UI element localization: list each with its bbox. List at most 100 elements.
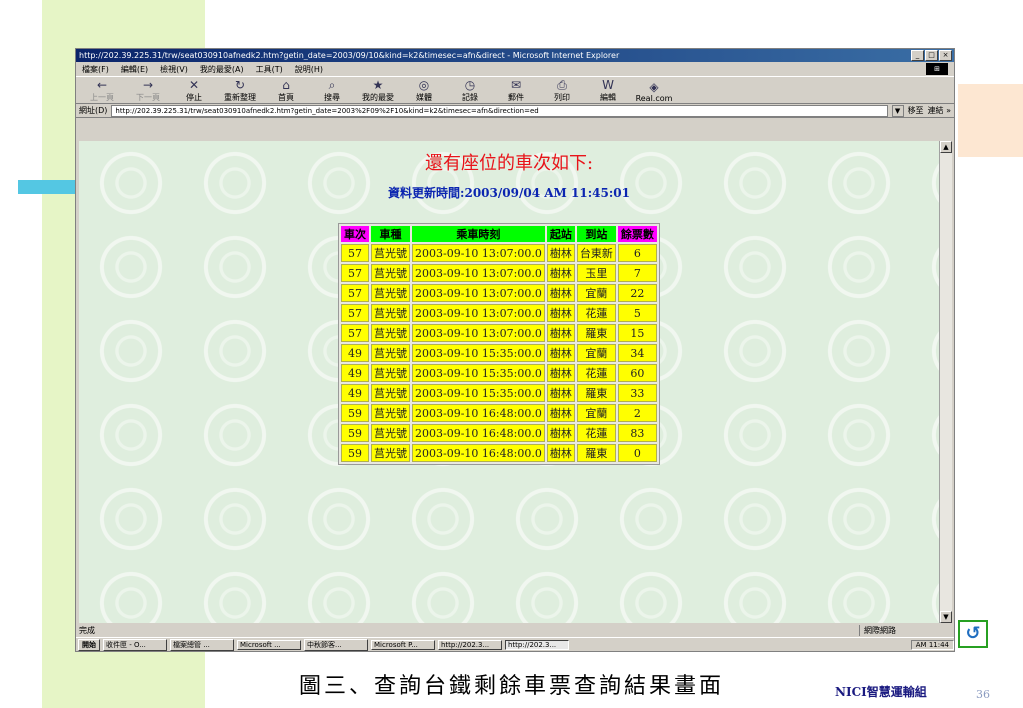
toolbar-icon-0: ←	[96, 78, 108, 92]
toolbar-button-12[interactable]: ◈ Real.com	[634, 80, 674, 104]
toolbar-label: 編輯	[600, 93, 616, 102]
table-cell: 49	[341, 384, 369, 402]
maximize-button[interactable]: □	[925, 50, 938, 61]
table-row: 49 莒光號 2003-09-10 15:35:00.0 樹林 花蓮 60	[341, 364, 657, 382]
taskbar-task[interactable]: 收件匣 - O...	[103, 638, 167, 651]
toolbar-button-10[interactable]: ⎙ 列印	[542, 79, 582, 103]
taskbar-task[interactable]: http://202.3...	[438, 639, 502, 650]
toolbar-button-3[interactable]: ↻ 重新整理	[220, 79, 260, 103]
table-cell: 2003-09-10 13:07:00.0	[412, 244, 545, 262]
start-button[interactable]: 開始	[78, 638, 100, 651]
toolbar-button-8[interactable]: ◷ 記錄	[450, 79, 490, 103]
table-row: 57 莒光號 2003-09-10 13:07:00.0 樹林 台東新 6	[341, 244, 657, 262]
toolbar-icon-12: ◈	[649, 80, 659, 94]
table-cell: 花蓮	[576, 304, 616, 322]
toolbar-button-1[interactable]: → 下一頁	[128, 79, 168, 103]
return-icon[interactable]: ↺	[958, 620, 988, 648]
table-cell: 60	[617, 364, 657, 382]
taskbar-task[interactable]: Microsoft ...	[237, 639, 301, 650]
table-cell: 2003-09-10 13:07:00.0	[412, 324, 545, 342]
table-cell: 莒光號	[371, 244, 410, 262]
minimize-button[interactable]: _	[911, 50, 924, 61]
taskbar: 開始 收件匣 - O... 檔案總管 ... Microsoft ... 中秋節客..…	[76, 637, 954, 651]
menu-item-4[interactable]: 工具(T)	[256, 64, 283, 75]
toolbar-icon-2: ✕	[188, 78, 200, 92]
table-cell: 莒光號	[371, 424, 410, 442]
table-cell: 羅東	[576, 384, 616, 402]
table-cell: 樹林	[546, 384, 575, 402]
table-cell: 57	[341, 264, 369, 282]
toolbar-button-2[interactable]: ✕ 停止	[174, 79, 214, 103]
close-button[interactable]: ×	[939, 50, 952, 61]
system-clock: AM 11:44	[910, 639, 954, 650]
address-input[interactable]: http://202.39.225.31/trw/seat030910afned…	[111, 104, 888, 117]
table-header-row: 車次 車種 乘車時刻 起站 到站 餘票數	[341, 226, 657, 242]
table-cell: 57	[341, 324, 369, 342]
slide-orange-accent	[958, 84, 1023, 157]
toolbar-icon-10: ⎙	[557, 78, 567, 92]
table-cell: 莒光號	[371, 324, 410, 342]
title-bar: http://202.39.225.31/trw/seat030910afned…	[76, 49, 954, 62]
table-cell: 49	[341, 344, 369, 362]
taskbar-task[interactable]: 檔案總管 ...	[170, 638, 234, 651]
table-cell: 2	[617, 404, 657, 422]
scroll-down-icon[interactable]: ▼	[940, 611, 952, 623]
toolbar-button-0[interactable]: ← 上一頁	[82, 79, 122, 103]
go-button[interactable]: 移至	[908, 105, 924, 116]
table-body: 57 莒光號 2003-09-10 13:07:00.0 樹林 台東新 6 57 莒光號 200…	[341, 244, 657, 462]
table-cell: 83	[617, 424, 657, 442]
status-text: 完成	[79, 626, 95, 635]
chevron-down-icon[interactable]: ▼	[891, 104, 904, 117]
menu-item-3[interactable]: 我的最愛(A)	[200, 64, 244, 75]
toolbar-label: 我的最愛	[362, 93, 394, 102]
window-title: http://202.39.225.31/trw/seat030910afned…	[79, 51, 620, 60]
windows-flag-icon: ⊞	[926, 63, 948, 75]
toolbar-button-9[interactable]: ✉ 郵件	[496, 79, 536, 103]
taskbar-task[interactable]: Microsoft P...	[371, 639, 435, 650]
table-cell: 0	[617, 444, 657, 462]
table-cell: 花蓮	[576, 424, 616, 442]
taskbar-task[interactable]: http://202.3...	[505, 639, 569, 650]
toolbar-button-4[interactable]: ⌂ 首頁	[266, 79, 306, 103]
toolbar-button-11[interactable]: W 編輯	[588, 79, 628, 103]
menu-item-2[interactable]: 檢視(V)	[160, 64, 188, 75]
toolbar-button-7[interactable]: ◎ 媒體	[404, 79, 444, 103]
table-cell: 玉里	[576, 264, 616, 282]
table-cell: 2003-09-10 15:35:00.0	[412, 344, 545, 362]
table-cell: 2003-09-10 15:35:00.0	[412, 364, 545, 382]
menu-bar: 檔案(F) 編輯(E) 檢視(V) 我的最愛(A) 工具(T) 說明(H) ⊞	[76, 62, 954, 77]
table-cell: 2003-09-10 16:48:00.0	[412, 404, 545, 422]
toolbar-label: 搜尋	[324, 93, 340, 102]
taskbar-task[interactable]: 中秋節客...	[304, 638, 368, 651]
table-cell: 莒光號	[371, 444, 410, 462]
table-cell: 22	[617, 284, 657, 302]
menu-item-1[interactable]: 編輯(E)	[121, 64, 148, 75]
table-cell: 莒光號	[371, 264, 410, 282]
scroll-up-icon[interactable]: ▲	[940, 141, 952, 153]
table-cell: 莒光號	[371, 364, 410, 382]
column-header: 車種	[371, 226, 410, 242]
menu-item-0[interactable]: 檔案(F)	[82, 64, 109, 75]
table-cell: 34	[617, 344, 657, 362]
table-cell: 59	[341, 444, 369, 462]
toolbar-button-6[interactable]: ★ 我的最愛	[358, 79, 398, 103]
table-cell: 2003-09-10 16:48:00.0	[412, 444, 545, 462]
address-bar: 網址(D) http://202.39.225.31/trw/seat03091…	[76, 104, 954, 118]
table-cell: 2003-09-10 13:07:00.0	[412, 264, 545, 282]
table-row: 57 莒光號 2003-09-10 13:07:00.0 樹林 花蓮 5	[341, 304, 657, 322]
toolbar-button-5[interactable]: ⌕ 搜尋	[312, 79, 352, 103]
vertical-scrollbar[interactable]: ▲ ▼	[939, 141, 952, 623]
table-cell: 57	[341, 244, 369, 262]
page-content: 還有座位的車次如下: 資料更新時間:2003/09/04 AM 11:45:01…	[79, 141, 939, 623]
table-cell: 莒光號	[371, 304, 410, 322]
toolbar-icon-8: ◷	[464, 78, 476, 92]
toolbar-icon-6: ★	[372, 78, 384, 92]
table-cell: 莒光號	[371, 284, 410, 302]
table-cell: 莒光號	[371, 404, 410, 422]
table-cell: 樹林	[546, 244, 575, 262]
table-cell: 樹林	[546, 344, 575, 362]
table-cell: 2003-09-10 13:07:00.0	[412, 304, 545, 322]
links-button[interactable]: 連結 »	[928, 105, 951, 116]
menu-item-5[interactable]: 說明(H)	[295, 64, 323, 75]
toolbar-label: 重新整理	[224, 93, 256, 102]
